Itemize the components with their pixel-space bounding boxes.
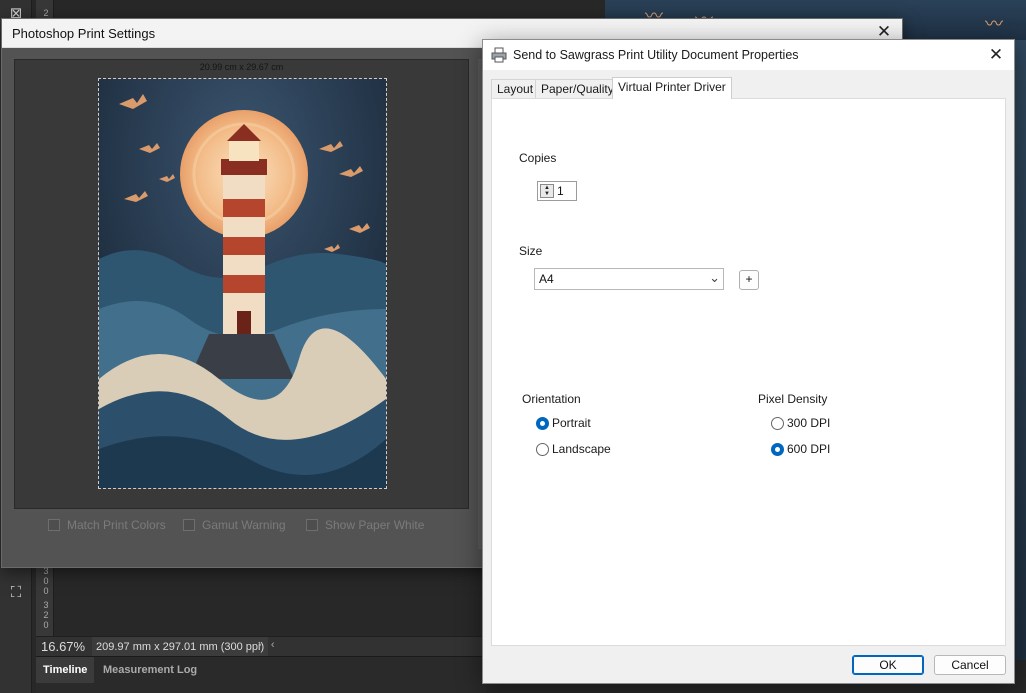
ok-button[interactable]: OK (852, 655, 924, 675)
document-properties-dialog: Send to Sawgrass Print Utility Document … (482, 39, 1015, 684)
copies-stepper[interactable]: ▲ ▼ 1 (537, 181, 577, 201)
add-size-button[interactable]: + (739, 270, 759, 290)
tab-layout[interactable]: Layout (491, 79, 540, 98)
tab-measurement-log[interactable]: Measurement Log (96, 657, 204, 683)
portrait-radio[interactable]: Portrait (536, 415, 591, 431)
checkbox-box[interactable] (48, 519, 60, 531)
print-preview: 20.99 cm x 29.67 cm (14, 59, 469, 509)
paper-size-label: 20.99 cm x 29.67 cm (199, 62, 284, 72)
tab-virtual-printer-driver[interactable]: Virtual Printer Driver (612, 77, 732, 99)
checkbox-box[interactable] (306, 519, 318, 531)
properties-title: Send to Sawgrass Print Utility Document … (513, 48, 799, 62)
lighthouse-artwork (98, 78, 387, 489)
properties-titlebar: Send to Sawgrass Print Utility Document … (483, 40, 1014, 70)
printer-icon (491, 47, 507, 63)
tab-timeline[interactable]: Timeline (36, 657, 95, 683)
show-paper-white-checkbox[interactable]: Show Paper White (306, 517, 424, 533)
lighthouse-illustration (99, 79, 386, 488)
ruler-mark: 3 0 0 (43, 566, 49, 596)
size-dropdown[interactable]: A4 ⌄ (534, 268, 724, 290)
size-value[interactable]: A4 (539, 272, 554, 286)
chevron-down-icon[interactable]: ⌄ (709, 270, 720, 286)
chevron-down-icon[interactable]: ▼ (541, 191, 553, 197)
status-arrows-icon[interactable]: › ‹ (258, 639, 275, 651)
document-info[interactable]: 209.97 mm x 297.01 mm (300 ppi) (92, 637, 269, 657)
virtual-printer-driver-panel: Copies ▲ ▼ 1 Size A4 ⌄ + Orientation Por… (491, 98, 1006, 646)
match-print-colors-checkbox[interactable]: Match Print Colors (48, 517, 166, 533)
print-settings-title: Photoshop Print Settings (12, 26, 156, 41)
show-paper-white-label: Show Paper White (325, 518, 425, 532)
status-bar: 16.67% 209.97 mm x 297.01 mm (300 ppi) ›… (36, 636, 486, 657)
generative-image-icon[interactable]: ⛶ (6, 583, 26, 603)
portrait-label: Portrait (552, 416, 591, 430)
bottom-panel: Timeline Measurement Log (36, 656, 486, 693)
dpi-600-label: 600 DPI (787, 442, 831, 456)
zoom-level[interactable]: 16.67% (41, 639, 85, 654)
ruler-mark: 2 (43, 8, 49, 18)
cancel-button[interactable]: Cancel (934, 655, 1006, 675)
ruler-mark: 3 2 0 (43, 600, 49, 630)
landscape-label: Landscape (552, 442, 611, 456)
orientation-label: Orientation (522, 392, 581, 406)
copies-value[interactable]: 1 (557, 184, 564, 198)
landscape-radio[interactable]: Landscape (536, 441, 611, 457)
dpi-600-radio[interactable]: 600 DPI (771, 441, 830, 457)
dpi-300-radio[interactable]: 300 DPI (771, 415, 830, 431)
pixel-density-label: Pixel Density (758, 392, 828, 406)
radio-unselected-icon[interactable] (536, 442, 549, 456)
radio-selected-icon[interactable] (536, 416, 549, 430)
radio-selected-icon[interactable] (771, 442, 784, 456)
dpi-300-label: 300 DPI (787, 416, 831, 430)
bird-icon: 〰 (985, 14, 1003, 34)
gamut-warning-checkbox[interactable]: Gamut Warning (183, 517, 286, 533)
checkbox-box[interactable] (183, 519, 195, 531)
gamut-warning-label: Gamut Warning (202, 518, 286, 532)
radio-unselected-icon[interactable] (771, 416, 784, 430)
tab-paper-quality[interactable]: Paper/Quality (535, 79, 620, 98)
spinner-buttons[interactable]: ▲ ▼ (540, 184, 554, 198)
size-label: Size (519, 244, 543, 258)
close-icon[interactable]: ✕ (986, 45, 1006, 65)
match-print-colors-label: Match Print Colors (67, 518, 166, 532)
copies-label: Copies (519, 151, 557, 165)
